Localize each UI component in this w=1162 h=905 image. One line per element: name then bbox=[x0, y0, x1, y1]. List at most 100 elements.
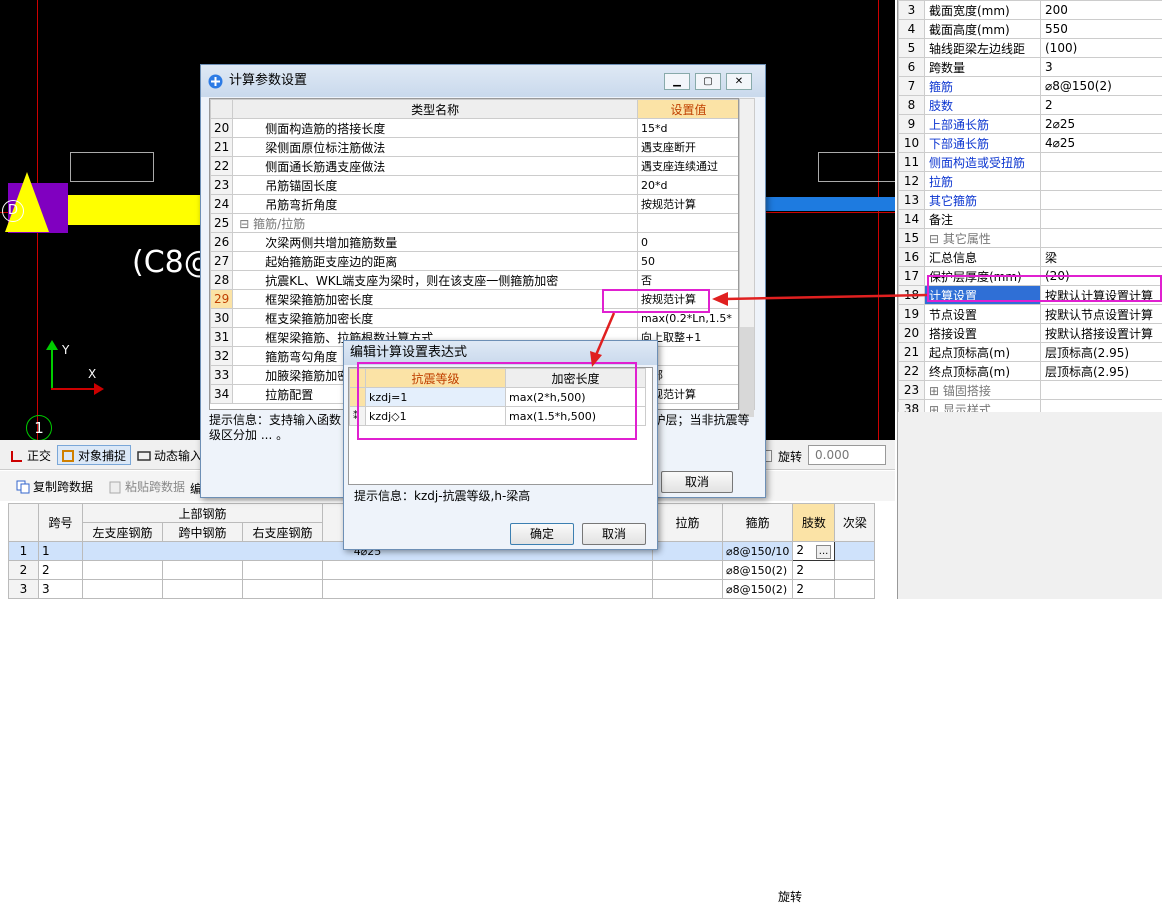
property-value[interactable]: 按默认节点设置计算 bbox=[1041, 305, 1162, 324]
cell-blank[interactable] bbox=[323, 561, 653, 580]
table-row[interactable]: 20侧面构造筋的搭接长度15*d bbox=[211, 119, 740, 138]
cell-span[interactable]: 3 bbox=[39, 580, 83, 599]
property-row[interactable]: 23⊞ 锚固搭接 bbox=[899, 381, 1162, 400]
property-row[interactable]: 14备注 bbox=[899, 210, 1162, 229]
property-value[interactable]: 层顶标高(2.95) bbox=[1041, 343, 1162, 362]
dialog1-cancel-button[interactable]: 取消 bbox=[661, 471, 733, 493]
col-legs: 肢数 bbox=[793, 504, 835, 542]
property-value[interactable] bbox=[1041, 210, 1162, 229]
property-row[interactable]: 4截面高度(mm)550 bbox=[899, 20, 1162, 39]
ok-button[interactable]: 确定 bbox=[510, 523, 574, 545]
param-value[interactable]: 按规范计算 bbox=[638, 195, 740, 214]
property-row[interactable]: 12拉筋 bbox=[899, 172, 1162, 191]
snap-button[interactable]: 对象捕捉 bbox=[57, 445, 131, 465]
cell-left-seat[interactable] bbox=[83, 580, 163, 599]
property-value[interactable]: 4⌀25 bbox=[1041, 134, 1162, 153]
property-row[interactable]: 7箍筋⌀8@150(2) bbox=[899, 77, 1162, 96]
param-value[interactable]: 50 bbox=[638, 252, 740, 271]
param-value[interactable]: 遇支座断开 bbox=[638, 138, 740, 157]
property-row[interactable]: 5轴线距梁左边线距(100) bbox=[899, 39, 1162, 58]
table-row[interactable]: 24吊筋弯折角度按规范计算 bbox=[211, 195, 740, 214]
cell-stirrup[interactable]: ⌀8@150/10 bbox=[723, 542, 793, 561]
table-row[interactable]: 22侧面通长筋遇支座做法遇支座连续通过 bbox=[211, 157, 740, 176]
property-value[interactable]: 层顶标高(2.95) bbox=[1041, 362, 1162, 381]
cell-right-seat[interactable] bbox=[243, 561, 323, 580]
paste-span-button[interactable]: 粘贴跨数据 bbox=[104, 476, 190, 496]
property-value[interactable] bbox=[1041, 229, 1162, 248]
property-row[interactable]: 6跨数量3 bbox=[899, 58, 1162, 77]
arrow-line-horizontal bbox=[725, 295, 927, 299]
property-value[interactable]: 按默认搭接设置计算 bbox=[1041, 324, 1162, 343]
property-panel-empty bbox=[897, 412, 1162, 599]
property-value[interactable]: 2 bbox=[1041, 96, 1162, 115]
paste-icon bbox=[108, 480, 122, 494]
cell-legs[interactable]: 2... bbox=[793, 542, 835, 561]
param-value[interactable]: 遇支座连续通过 bbox=[638, 157, 740, 176]
property-row[interactable]: 16 汇总信息梁 bbox=[899, 248, 1162, 267]
cell-next[interactable] bbox=[835, 561, 875, 580]
property-row[interactable]: 9上部通长筋2⌀25 bbox=[899, 115, 1162, 134]
dialog2-cancel-button[interactable]: 取消 bbox=[582, 523, 646, 545]
copy-span-button[interactable]: 复制跨数据 bbox=[12, 476, 98, 496]
param-value[interactable]: 20*d bbox=[638, 176, 740, 195]
beam-blue[interactable] bbox=[765, 197, 895, 211]
param-value[interactable]: 0 bbox=[638, 233, 740, 252]
cell-stirrup[interactable]: ⌀8@150(2) bbox=[723, 580, 793, 599]
minimize-button[interactable]: ▁ bbox=[664, 73, 690, 90]
property-row[interactable]: 3截面宽度(mm)200 bbox=[899, 1, 1162, 20]
property-value[interactable]: (100) bbox=[1041, 39, 1162, 58]
cell-left-seat[interactable] bbox=[83, 561, 163, 580]
cell-legs[interactable]: 2 bbox=[793, 580, 835, 599]
property-value[interactable] bbox=[1041, 191, 1162, 210]
property-value[interactable] bbox=[1041, 381, 1162, 400]
property-row[interactable]: 8肢数2 bbox=[899, 96, 1162, 115]
property-num: 6 bbox=[899, 58, 925, 77]
property-value[interactable]: 550 bbox=[1041, 20, 1162, 39]
cell-blank[interactable] bbox=[323, 580, 653, 599]
property-value[interactable]: 200 bbox=[1041, 1, 1162, 20]
param-value[interactable]: 15*d bbox=[638, 119, 740, 138]
property-row[interactable]: 21 起点顶标高(m)层顶标高(2.95) bbox=[899, 343, 1162, 362]
cell-next[interactable] bbox=[835, 580, 875, 599]
table-row[interactable]: 27起始箍筋距支座边的距离50 bbox=[211, 252, 740, 271]
table-row[interactable]: 2 2 ⌀8@150(2) 2 bbox=[9, 561, 875, 580]
table-row[interactable]: 21梁侧面原位标注筋做法遇支座断开 bbox=[211, 138, 740, 157]
cell-stirrup[interactable]: ⌀8@150(2) bbox=[723, 561, 793, 580]
property-row[interactable]: 22 终点顶标高(m)层顶标高(2.95) bbox=[899, 362, 1162, 381]
property-row[interactable]: 11侧面构造或受扭筋 bbox=[899, 153, 1162, 172]
row-number: 22 bbox=[211, 157, 233, 176]
cell-mid-span[interactable] bbox=[163, 561, 243, 580]
dynamic-input-button[interactable]: 动态输入 bbox=[133, 445, 207, 465]
cell-tie[interactable] bbox=[653, 580, 723, 599]
cell-span[interactable]: 2 bbox=[39, 561, 83, 580]
table-row[interactable]: 3 3 ⌀8@150(2) 2 bbox=[9, 580, 875, 599]
cell-right-seat[interactable] bbox=[243, 580, 323, 599]
maximize-button[interactable]: ▢ bbox=[695, 73, 721, 90]
property-row[interactable]: 10下部通长筋4⌀25 bbox=[899, 134, 1162, 153]
table-row[interactable]: 23吊筋锚固长度20*d bbox=[211, 176, 740, 195]
property-value[interactable]: ⌀8@150(2) bbox=[1041, 77, 1162, 96]
close-button[interactable]: ✕ bbox=[726, 73, 752, 90]
table-row[interactable]: 26次梁两侧共增加箍筋数量0 bbox=[211, 233, 740, 252]
property-value[interactable]: 3 bbox=[1041, 58, 1162, 77]
ortho-button[interactable]: 正交 bbox=[6, 445, 56, 465]
more-button[interactable]: ... bbox=[816, 545, 832, 559]
property-name: ⊟ 其它属性 bbox=[925, 229, 1041, 248]
property-value[interactable] bbox=[1041, 172, 1162, 191]
property-row[interactable]: 20 搭接设置按默认搭接设置计算 bbox=[899, 324, 1162, 343]
table-row[interactable]: 25⊟ 箍筋/拉筋 bbox=[211, 214, 740, 233]
cell-span[interactable]: 1 bbox=[39, 542, 83, 561]
rotate-input[interactable]: 0.000 bbox=[808, 445, 886, 465]
property-row[interactable]: 15⊟ 其它属性 bbox=[899, 229, 1162, 248]
property-row[interactable]: 19 节点设置按默认节点设置计算 bbox=[899, 305, 1162, 324]
property-value[interactable]: 2⌀25 bbox=[1041, 115, 1162, 134]
cell-tie[interactable] bbox=[653, 542, 723, 561]
cell-legs[interactable]: 2 bbox=[793, 561, 835, 580]
cell-tie[interactable] bbox=[653, 561, 723, 580]
property-value[interactable]: 梁 bbox=[1041, 248, 1162, 267]
property-row[interactable]: 13其它箍筋 bbox=[899, 191, 1162, 210]
property-value[interactable] bbox=[1041, 153, 1162, 172]
cell-mid-span[interactable] bbox=[163, 580, 243, 599]
cell-next[interactable] bbox=[835, 542, 875, 561]
param-value[interactable] bbox=[638, 214, 740, 233]
